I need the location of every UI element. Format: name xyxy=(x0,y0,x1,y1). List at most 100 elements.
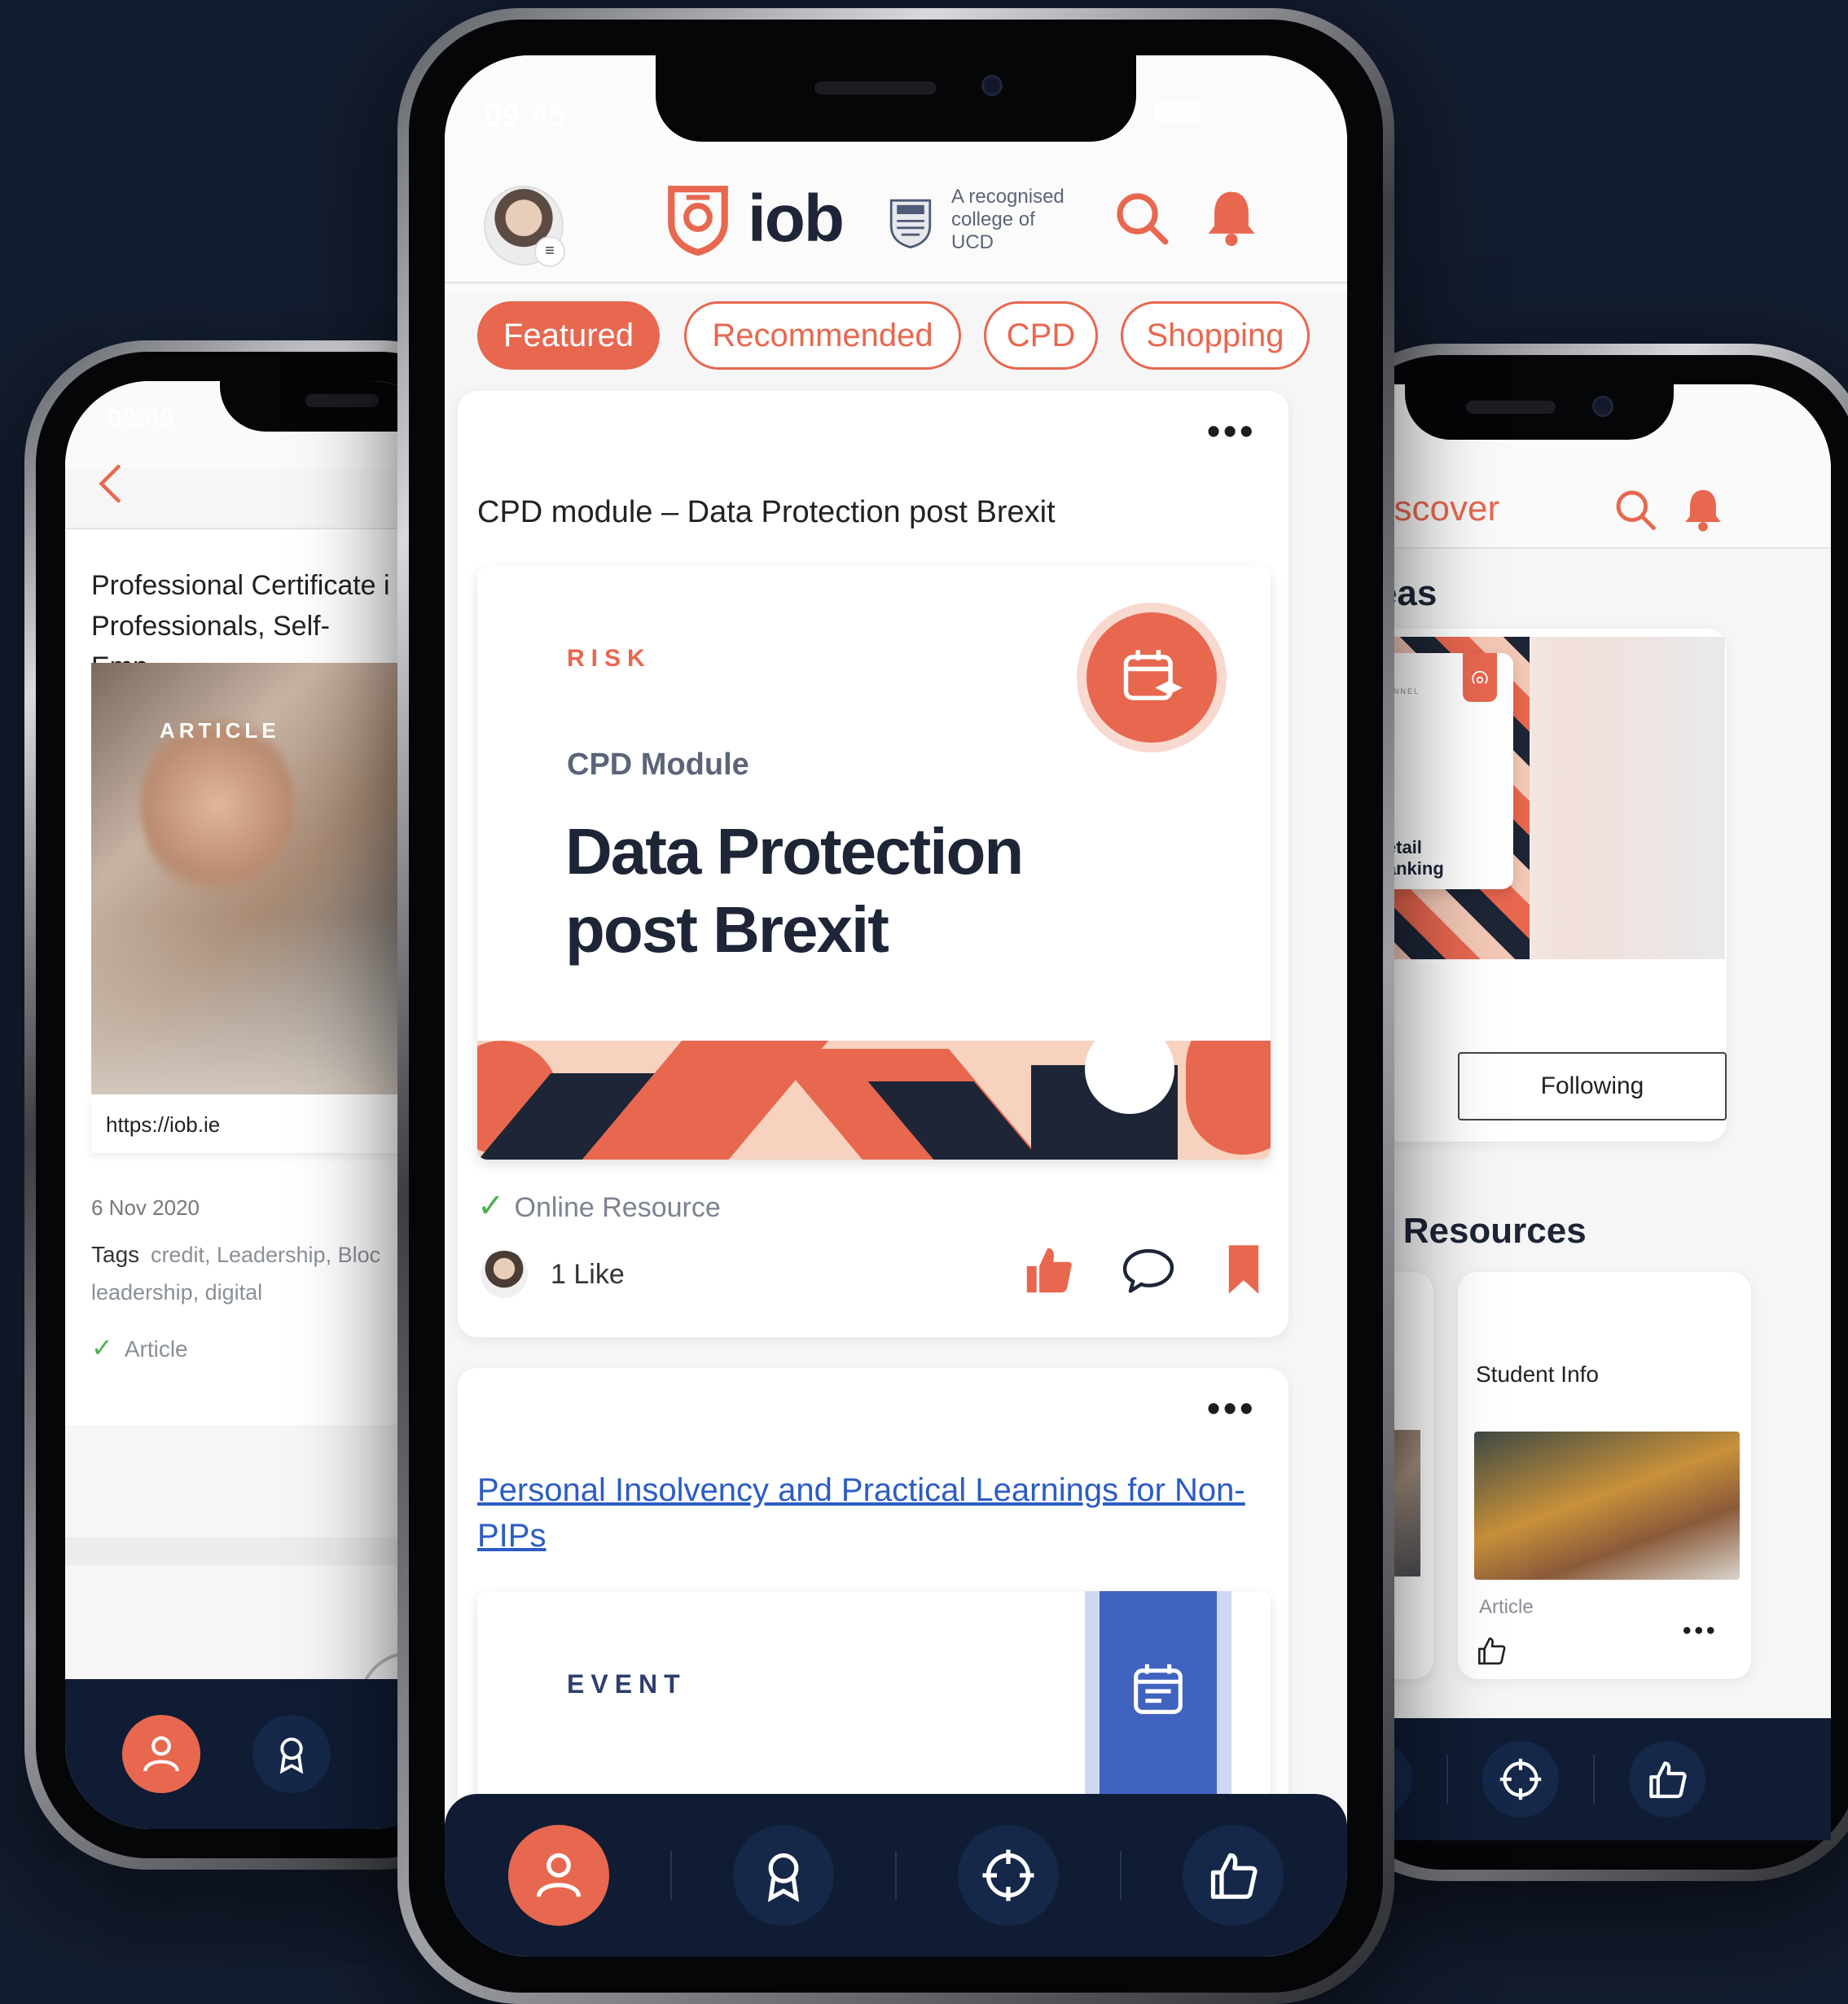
chevron-left-icon xyxy=(99,464,121,503)
center-bottom-nav xyxy=(445,1794,1347,1957)
menu-icon: ≡ xyxy=(534,236,565,267)
check-icon: ✓ xyxy=(91,1333,113,1362)
target-icon xyxy=(1499,1758,1542,1800)
thumbs-up-icon xyxy=(1649,1761,1687,1799)
right-nav-separator-2 xyxy=(1593,1755,1595,1804)
article-photo-shade xyxy=(91,915,417,1094)
award-icon xyxy=(279,1737,304,1774)
banner-title: Data Protection post Brexit xyxy=(565,813,1024,969)
award-icon xyxy=(767,1853,799,1902)
bell-icon xyxy=(1208,191,1255,247)
center-search-button[interactable] xyxy=(1113,189,1171,252)
resource-status-label: Online Resource xyxy=(514,1192,721,1223)
area-card-badge xyxy=(1463,653,1497,702)
article-type: ✓ Article xyxy=(91,1332,188,1363)
banner-subtitle: CPD Module xyxy=(567,748,749,782)
bookmark-icon xyxy=(1228,1245,1259,1294)
bookmark-button[interactable] xyxy=(1223,1243,1264,1300)
category-tabs: Featured Recommended CPD Shopping xyxy=(477,301,1347,375)
tab-shopping[interactable]: Shopping xyxy=(1121,301,1310,370)
tab-cpd[interactable]: CPD xyxy=(984,301,1098,370)
comment-icon xyxy=(1122,1248,1174,1293)
nav-award-button[interactable] xyxy=(732,1825,834,1926)
like-count[interactable]: 1 Like xyxy=(551,1259,625,1291)
resource-menu[interactable]: ••• xyxy=(1683,1617,1719,1645)
ucd-text: A recognised college of UCD xyxy=(951,186,1064,253)
nav-profile-button[interactable] xyxy=(507,1825,609,1926)
search-icon xyxy=(1117,193,1169,245)
center-status-time: 09:45 xyxy=(484,98,568,134)
article-image[interactable]: ARTICLE xyxy=(91,663,417,1094)
right-nav-thumbs-button[interactable] xyxy=(1629,1741,1705,1818)
area-card-image: CHANNEL Retail Banking xyxy=(1342,637,1725,959)
broadcast-icon xyxy=(1472,671,1488,684)
nav-target-button[interactable] xyxy=(958,1825,1060,1926)
resource-type: Article xyxy=(1479,1596,1534,1618)
banner-category: RISK xyxy=(567,645,652,672)
center-phone-bezel: 09:45 ◠ ≡ iob A recognised college of UC… xyxy=(409,20,1383,1993)
banner-pattern xyxy=(477,1041,1271,1160)
card-menu-button[interactable]: ••• xyxy=(1207,409,1256,453)
article-date: 6 Nov 2020 xyxy=(91,1195,200,1220)
right-nav-target-button[interactable] xyxy=(1482,1741,1559,1818)
right-nav-separator xyxy=(1446,1755,1448,1804)
nav-separator-1 xyxy=(669,1851,672,1900)
ucd-badge: A recognised college of UCD xyxy=(888,186,1082,254)
center-phone: 09:45 ◠ ≡ iob A recognised college of UC… xyxy=(397,8,1394,2004)
nav-separator-2 xyxy=(894,1851,897,1900)
tab-featured[interactable]: Featured xyxy=(477,301,660,370)
resource-like-button[interactable] xyxy=(1474,1633,1508,1672)
nav-separator-3 xyxy=(1120,1851,1122,1900)
center-notch xyxy=(656,55,1136,142)
center-notification-button[interactable] xyxy=(1201,186,1262,252)
card2-title-link[interactable]: Personal Insolvency and Practical Learni… xyxy=(477,1467,1279,1559)
feed-card-event: ••• Personal Insolvency and Practical Le… xyxy=(458,1368,1288,1835)
profile-icon xyxy=(143,1736,179,1772)
article-link-url[interactable]: https://iob.ie xyxy=(106,1112,220,1138)
feed-card-cpd: ••• CPD module – Data Protection post Br… xyxy=(458,391,1288,1337)
cpd-banner-image[interactable]: RISK CPD Module Data Protection post Bre… xyxy=(477,567,1271,1160)
resource-status: ✓ Online Resource xyxy=(477,1187,721,1225)
bell-icon xyxy=(1685,489,1721,532)
resource-image xyxy=(1474,1432,1740,1580)
ucd-crest-icon xyxy=(889,199,932,249)
user-avatar[interactable]: ≡ xyxy=(484,186,565,267)
iob-logo-text: iob xyxy=(748,182,845,256)
banner-title-line2: post Brexit xyxy=(565,893,889,966)
nav-thumbs-button[interactable] xyxy=(1183,1825,1284,1926)
back-button[interactable] xyxy=(88,459,137,508)
resource-card[interactable]: Student Info Article ••• xyxy=(1458,1272,1751,1679)
card2-menu-button[interactable]: ••• xyxy=(1207,1386,1256,1430)
banner-badge-inner xyxy=(1086,612,1217,743)
profile-icon xyxy=(536,1853,581,1897)
center-phone-screen: 09:45 ◠ ≡ iob A recognised college of UC… xyxy=(445,55,1347,1957)
event-banner-category: EVENT xyxy=(567,1669,687,1699)
right-search-button[interactable] xyxy=(1613,487,1658,537)
comment-button[interactable] xyxy=(1119,1243,1178,1302)
calendar-icon xyxy=(1134,1664,1183,1714)
calendar-graduation-icon xyxy=(1123,650,1183,700)
banner-badge xyxy=(1077,603,1227,752)
right-phone: Discover Areas CHANNEL xyxy=(1295,344,1848,1881)
target-icon xyxy=(982,1849,1034,1901)
thumbs-up-icon xyxy=(1211,1853,1258,1899)
search-icon xyxy=(1616,490,1656,530)
following-button[interactable]: Following xyxy=(1458,1052,1727,1120)
nav-profile-button[interactable] xyxy=(122,1715,200,1793)
iob-logo: iob xyxy=(665,181,845,257)
like-button[interactable] xyxy=(1021,1243,1077,1302)
battery-icon xyxy=(1153,101,1201,124)
article-tags: Tags credit, Leadership, Bloc leadership… xyxy=(91,1236,433,1311)
liker-avatar[interactable] xyxy=(481,1251,528,1298)
nav-award-button[interactable] xyxy=(252,1715,331,1793)
right-notification-button[interactable] xyxy=(1679,485,1727,537)
right-notch xyxy=(1405,384,1674,440)
thumbs-up-filled-icon xyxy=(1026,1248,1072,1293)
thumbs-up-outline-icon xyxy=(1477,1637,1506,1665)
right-phone-bezel: Discover Areas CHANNEL xyxy=(1295,355,1848,1870)
resource-title: Student Info xyxy=(1476,1362,1600,1387)
card-title[interactable]: CPD module – Data Protection post Brexit xyxy=(477,495,1056,530)
tab-recommended[interactable]: Recommended xyxy=(684,301,961,370)
article-link-box[interactable]: https://iob.ie xyxy=(91,1094,417,1153)
left-status-time: 09:46 xyxy=(108,404,174,433)
